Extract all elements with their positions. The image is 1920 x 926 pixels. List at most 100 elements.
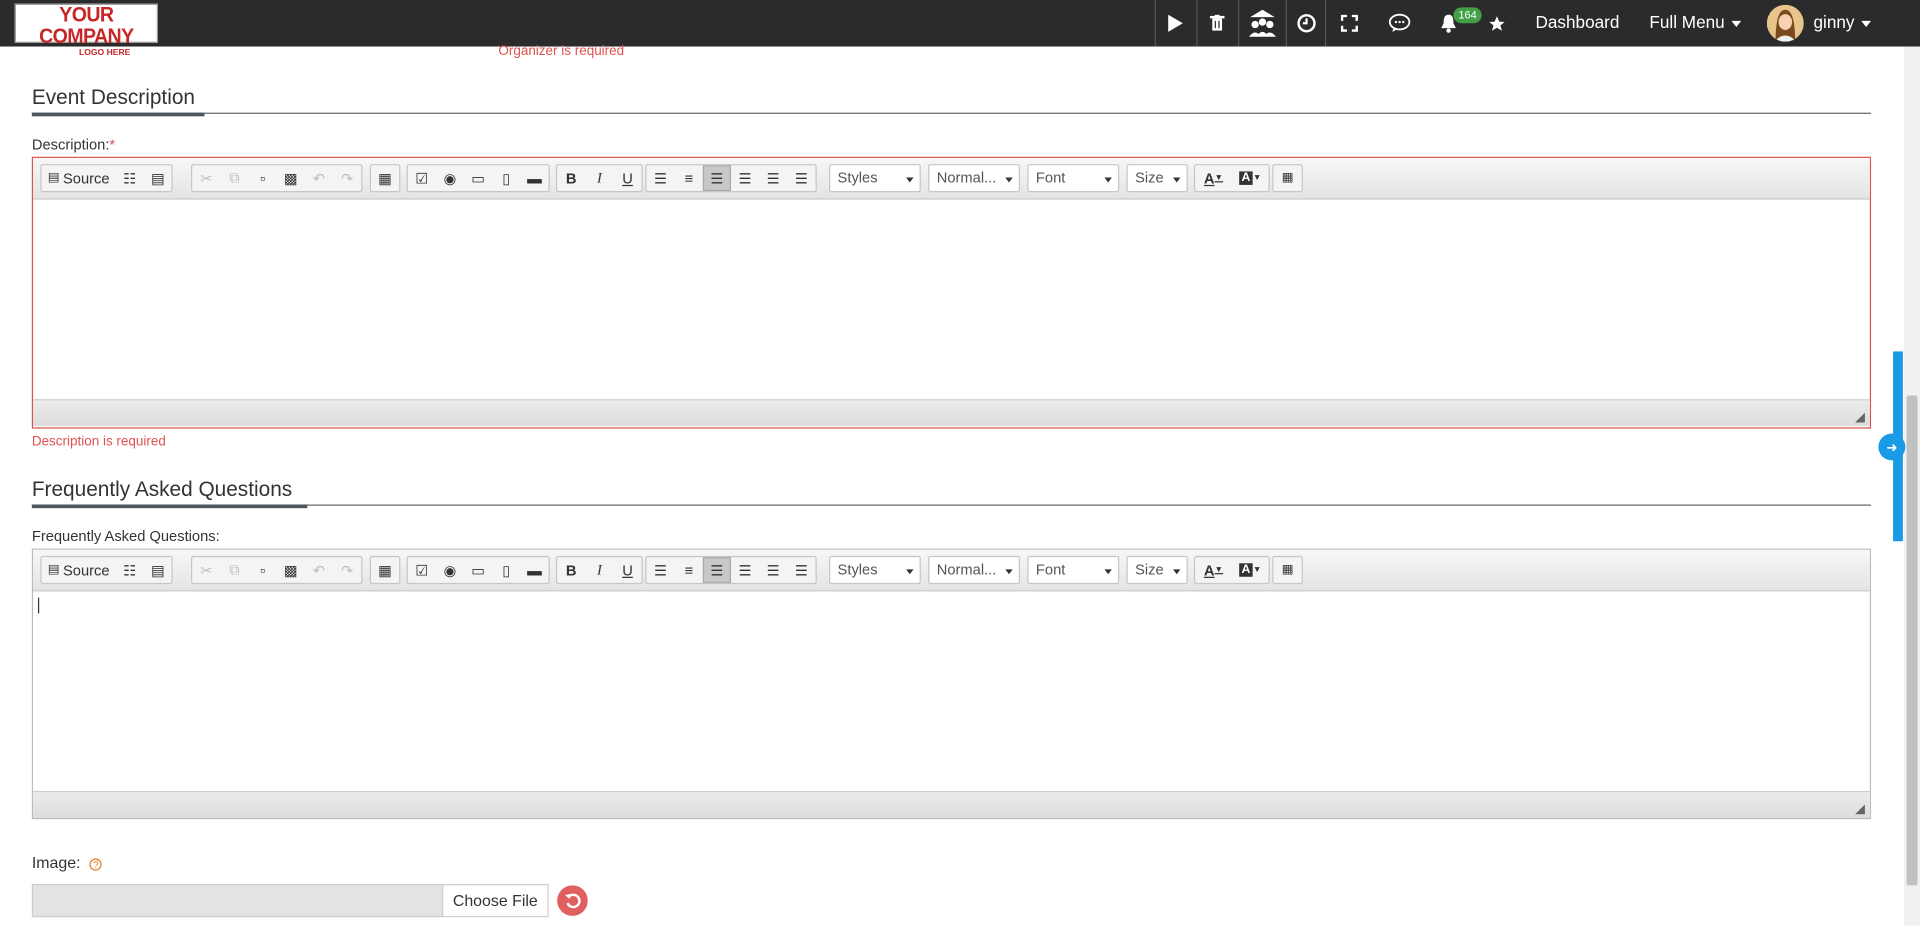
- reset-icon[interactable]: [557, 885, 588, 916]
- people-icon[interactable]: [1239, 0, 1284, 47]
- paste-icon[interactable]: ▫: [249, 165, 277, 191]
- numbered-list-icon[interactable]: ☰: [647, 165, 675, 191]
- bold-button[interactable]: B: [557, 165, 585, 191]
- align-center-icon[interactable]: ☰: [731, 165, 759, 191]
- toolbar-group-document: ▤ Source ☷ ▤: [40, 555, 174, 585]
- top-navbar: YOUR COMPANY LOGO HERE 164 Dashboard Ful…: [0, 0, 1920, 58]
- copy-icon[interactable]: ⧉: [220, 557, 248, 583]
- button-icon[interactable]: ▬: [520, 557, 548, 583]
- remove-format-icon[interactable]: ▦: [1273, 165, 1301, 191]
- avatar[interactable]: [1766, 4, 1804, 42]
- dashboard-link[interactable]: Dashboard: [1536, 12, 1620, 32]
- bulleted-list-icon[interactable]: ≡: [675, 165, 703, 191]
- justify-icon[interactable]: ☰: [787, 557, 815, 583]
- source-button[interactable]: ▤ Source: [42, 165, 116, 191]
- underline-button[interactable]: U: [613, 165, 641, 191]
- copy-icon[interactable]: ⧉: [220, 165, 248, 191]
- size-dropdown[interactable]: Size: [1126, 555, 1188, 585]
- preview-icon[interactable]: ☷: [116, 557, 144, 583]
- document-icon[interactable]: ▤: [144, 165, 172, 191]
- page-scrollbar[interactable]: [1904, 46, 1920, 926]
- editor-toolbar: ▤ Source ☷ ▤ ✂ ⧉ ▫ ▩ ↶ ↷ ▦ ☑ ◉ ▭ ▯ ▬ B I…: [33, 157, 1870, 200]
- chevron-down-icon: ▼: [1214, 565, 1224, 575]
- radio-icon[interactable]: ◉: [436, 557, 464, 583]
- bulleted-list-icon[interactable]: ≡: [675, 557, 703, 583]
- resize-handle-icon[interactable]: [1855, 412, 1865, 423]
- numbered-list-icon[interactable]: ☰: [647, 557, 675, 583]
- remove-format-icon[interactable]: ▦: [1273, 557, 1301, 583]
- justify-icon[interactable]: ☰: [787, 165, 815, 191]
- align-right-icon[interactable]: ☰: [759, 165, 787, 191]
- toolbar-group-template: ▦: [369, 555, 401, 585]
- textfield-icon[interactable]: ▭: [464, 557, 492, 583]
- underline-button[interactable]: U: [613, 557, 641, 583]
- toolbar-group-tools: ▦: [1272, 555, 1303, 585]
- font-dropdown[interactable]: Font: [1027, 164, 1120, 193]
- undo-icon[interactable]: ↶: [305, 557, 333, 583]
- choose-file-button[interactable]: Choose File: [442, 884, 549, 918]
- document-icon[interactable]: ▤: [144, 557, 172, 583]
- star-icon[interactable]: [1480, 0, 1512, 47]
- format-dropdown[interactable]: Normal...: [928, 164, 1021, 193]
- play-icon[interactable]: [1156, 0, 1195, 47]
- chevron-down-icon: [1732, 20, 1742, 27]
- textfield-icon[interactable]: ▭: [464, 165, 492, 191]
- resize-handle-icon[interactable]: [1855, 804, 1865, 815]
- clock-icon[interactable]: [1287, 0, 1325, 47]
- text-color-button[interactable]: A ▼: [1195, 557, 1232, 583]
- section-title-event-description: Event Description: [31, 85, 195, 109]
- cut-icon[interactable]: ✂: [192, 557, 220, 583]
- checkbox-icon[interactable]: ☑: [408, 557, 436, 583]
- toolbar-group-paragraph: ☰ ≡ ☰ ☰ ☰ ☰: [645, 555, 817, 585]
- file-name-display[interactable]: [31, 884, 444, 918]
- font-dropdown[interactable]: Font: [1027, 555, 1120, 585]
- paste-text-icon[interactable]: ▩: [277, 165, 305, 191]
- checkbox-icon[interactable]: ☑: [408, 165, 436, 191]
- radio-icon[interactable]: ◉: [436, 165, 464, 191]
- bg-color-button[interactable]: A ▼: [1232, 557, 1269, 583]
- align-right-icon[interactable]: ☰: [759, 557, 787, 583]
- styles-dropdown[interactable]: Styles: [828, 555, 921, 585]
- paste-text-icon[interactable]: ▩: [277, 557, 305, 583]
- toolbar-group-forms: ☑ ◉ ▭ ▯ ▬: [406, 164, 550, 193]
- full-menu-dropdown[interactable]: Full Menu: [1649, 12, 1742, 32]
- editor-content-area[interactable]: [33, 591, 1870, 791]
- bold-button[interactable]: B: [557, 557, 585, 583]
- align-left-icon[interactable]: ☰: [702, 557, 732, 583]
- editor-content-area[interactable]: [33, 200, 1870, 400]
- size-dropdown[interactable]: Size: [1126, 164, 1188, 193]
- italic-button[interactable]: I: [585, 165, 613, 191]
- faq-label: Frequently Asked Questions:: [31, 527, 220, 545]
- preview-icon[interactable]: ☷: [116, 165, 144, 191]
- styles-dropdown[interactable]: Styles: [828, 164, 921, 193]
- redo-icon[interactable]: ↷: [333, 557, 361, 583]
- help-icon[interactable]: ?: [89, 857, 103, 871]
- fullscreen-icon[interactable]: [1332, 0, 1366, 47]
- cut-icon[interactable]: ✂: [192, 165, 220, 191]
- trash-icon[interactable]: [1198, 0, 1237, 47]
- format-dropdown[interactable]: Normal...: [928, 555, 1021, 585]
- italic-button[interactable]: I: [585, 557, 613, 583]
- company-logo[interactable]: YOUR COMPANY LOGO HERE: [14, 3, 158, 58]
- source-button[interactable]: ▤ Source: [42, 557, 116, 583]
- chevron-down-icon: [906, 177, 914, 183]
- template-icon[interactable]: ▦: [371, 557, 399, 583]
- source-icon: ▤: [47, 171, 60, 185]
- arrow-left-icon[interactable]: ➜: [1878, 433, 1906, 461]
- text-color-button[interactable]: A ▼: [1195, 165, 1232, 191]
- undo-icon[interactable]: ↶: [305, 165, 333, 191]
- redo-icon[interactable]: ↷: [333, 165, 361, 191]
- chat-icon[interactable]: [1381, 0, 1418, 47]
- textarea-icon[interactable]: ▯: [492, 165, 520, 191]
- description-error: Description is required: [31, 434, 166, 450]
- user-menu[interactable]: ginny: [1813, 12, 1872, 32]
- template-icon[interactable]: ▦: [371, 165, 399, 191]
- bg-color-button[interactable]: A ▼: [1232, 165, 1269, 191]
- paste-icon[interactable]: ▫: [249, 557, 277, 583]
- navbar-divider: [1324, 0, 1327, 47]
- button-icon[interactable]: ▬: [520, 165, 548, 191]
- textarea-icon[interactable]: ▯: [492, 557, 520, 583]
- align-center-icon[interactable]: ☰: [731, 557, 759, 583]
- align-left-icon[interactable]: ☰: [702, 165, 732, 192]
- scrollbar-thumb[interactable]: [1906, 395, 1918, 886]
